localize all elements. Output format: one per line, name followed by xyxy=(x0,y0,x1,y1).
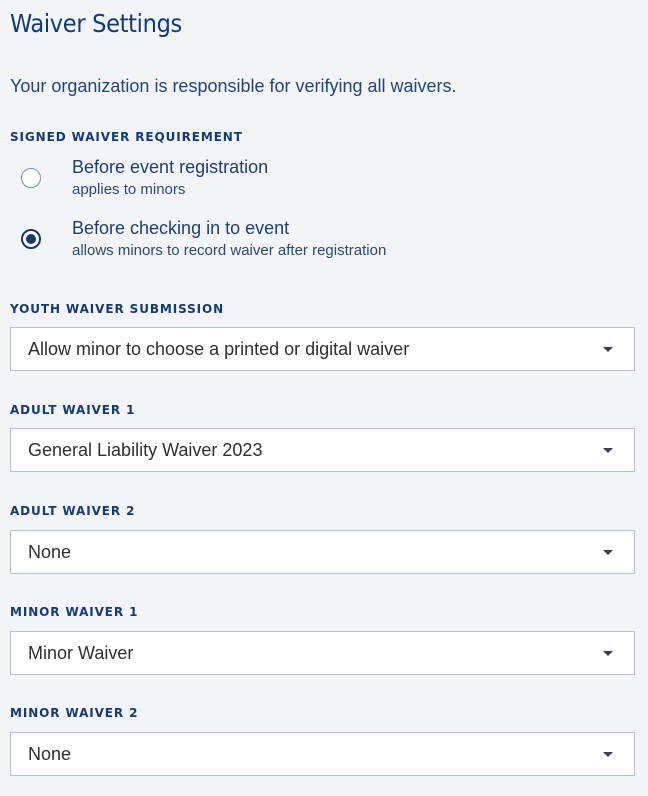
adult-waiver-2-select[interactable]: None xyxy=(10,530,635,574)
select-value: Minor Waiver xyxy=(28,643,134,663)
caret-down-icon xyxy=(603,651,613,656)
page-title: Waiver Settings xyxy=(10,9,182,38)
radio-sublabel: applies to minors xyxy=(72,181,186,198)
minor-waiver-1-select[interactable]: Minor Waiver xyxy=(10,631,635,675)
adult-waiver-1-select[interactable]: General Liability Waiver 2023 xyxy=(10,428,635,472)
radio-sublabel: allows minors to record waiver after reg… xyxy=(72,242,387,259)
radio-selected-icon[interactable] xyxy=(21,229,41,249)
minor-waiver-2-label: MINOR WAIVER 2 xyxy=(10,706,139,720)
intro-text: Your organization is responsible for ver… xyxy=(10,76,457,96)
adult-waiver-2-label: ADULT WAIVER 2 xyxy=(10,504,136,518)
radio-before-checking-in[interactable]: Before checking in to event allows minor… xyxy=(10,217,610,273)
radio-label: Before event registration xyxy=(72,157,269,177)
radio-icon[interactable] xyxy=(21,168,41,188)
adult-waiver-1-label: ADULT WAIVER 1 xyxy=(10,403,136,417)
caret-down-icon xyxy=(603,550,613,555)
radio-before-event-registration[interactable]: Before event registration applies to min… xyxy=(10,156,610,212)
caret-down-icon xyxy=(603,448,613,453)
caret-down-icon xyxy=(603,752,613,757)
select-value: General Liability Waiver 2023 xyxy=(28,440,263,460)
caret-down-icon xyxy=(603,347,613,352)
youth-waiver-submission-label: YOUTH WAIVER SUBMISSION xyxy=(10,302,225,316)
youth-waiver-submission-select[interactable]: Allow minor to choose a printed or digit… xyxy=(10,327,635,371)
select-value: None xyxy=(28,542,72,562)
select-value: Allow minor to choose a printed or digit… xyxy=(28,339,410,359)
select-value: None xyxy=(28,744,72,764)
signed-waiver-requirement-label: SIGNED WAIVER REQUIREMENT xyxy=(10,130,243,144)
minor-waiver-1-label: MINOR WAIVER 1 xyxy=(10,605,139,619)
minor-waiver-2-select[interactable]: None xyxy=(10,732,635,776)
radio-label: Before checking in to event xyxy=(72,218,290,238)
